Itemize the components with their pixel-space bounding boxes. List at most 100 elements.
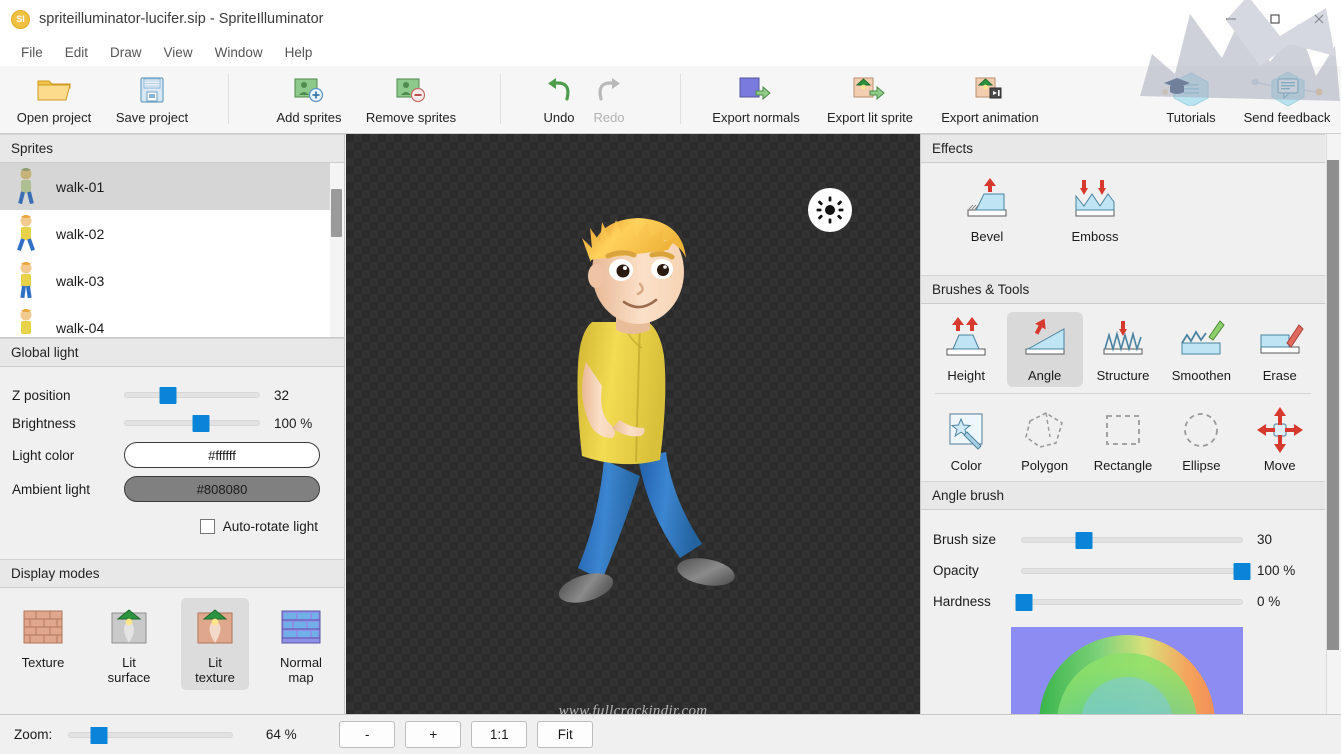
tool-angle[interactable]: Angle	[1007, 312, 1083, 387]
add-sprites-button[interactable]: Add sprites	[255, 70, 363, 125]
right-panel-scrollbar[interactable]	[1326, 134, 1341, 714]
close-icon[interactable]	[1297, 0, 1341, 38]
zoom-fit-button[interactable]: Fit	[537, 721, 593, 748]
maximize-icon[interactable]	[1253, 0, 1297, 38]
menu-draw[interactable]: Draw	[99, 42, 153, 63]
magic-wand-icon	[941, 407, 991, 455]
structure-brush-icon	[1098, 317, 1148, 365]
export-normals-button[interactable]: Export normals	[702, 70, 810, 125]
z-position-label: Z position	[12, 388, 124, 403]
zoom-in-button[interactable]: +	[405, 721, 461, 748]
title-bar: SI spriteilluminator-lucifer.sip - Sprit…	[0, 0, 1341, 38]
window-controls	[1209, 0, 1341, 38]
tool-label: Structure	[1097, 368, 1150, 383]
brush-size-slider[interactable]	[1021, 537, 1243, 543]
menu-view[interactable]: View	[153, 42, 204, 63]
slider-handle[interactable]	[1075, 532, 1092, 549]
tool-erase[interactable]: Erase	[1242, 312, 1318, 387]
list-item[interactable]: walk-03	[0, 257, 344, 304]
export-normals-icon	[736, 70, 776, 106]
tool-color[interactable]: Color	[928, 402, 1004, 477]
bevel-icon	[962, 178, 1012, 226]
display-mode-texture[interactable]: Texture	[9, 598, 77, 675]
zoom-actual-button[interactable]: 1:1	[471, 721, 527, 748]
display-modes-title: Display modes	[11, 566, 100, 581]
zoom-out-button[interactable]: -	[339, 721, 395, 748]
send-feedback-button[interactable]: Send feedback	[1232, 70, 1341, 125]
export-lit-sprite-icon	[850, 70, 890, 106]
scrollbar-thumb[interactable]	[331, 189, 342, 237]
save-project-label: Save project	[116, 110, 188, 125]
remove-sprites-label: Remove sprites	[366, 110, 456, 125]
tutorials-button[interactable]: Tutorials	[1143, 70, 1239, 125]
main-toolbar: Open project Save project	[0, 66, 1341, 134]
tutorials-label: Tutorials	[1166, 110, 1215, 125]
slider-handle[interactable]	[193, 415, 210, 432]
hardness-slider[interactable]	[1021, 599, 1243, 605]
brushes-tools-title: Brushes & Tools	[932, 282, 1029, 297]
zoom-slider[interactable]	[68, 732, 233, 738]
redo-button[interactable]: Redo	[555, 70, 663, 125]
brightness-label: Brightness	[12, 416, 124, 431]
display-mode-lit-texture[interactable]: Littexture	[181, 598, 249, 690]
open-project-button[interactable]: Open project	[0, 70, 108, 125]
tool-move[interactable]: Move	[1242, 402, 1318, 477]
export-lit-sprite-button[interactable]: Export lit sprite	[816, 70, 924, 125]
smoothen-brush-icon	[1176, 317, 1226, 365]
add-sprite-icon	[292, 70, 326, 106]
scrollbar-thumb[interactable]	[1327, 160, 1339, 650]
brightness-slider[interactable]	[124, 420, 260, 426]
add-sprites-label: Add sprites	[276, 110, 341, 125]
list-item[interactable]: walk-02	[0, 210, 344, 257]
z-position-slider[interactable]	[124, 392, 260, 398]
menu-edit[interactable]: Edit	[54, 42, 99, 63]
light-color-field[interactable]: #ffffff	[124, 442, 320, 468]
slider-handle[interactable]	[1234, 563, 1251, 580]
menu-window[interactable]: Window	[204, 42, 274, 63]
auto-rotate-row[interactable]: Auto-rotate light	[12, 519, 332, 534]
effect-bevel[interactable]: Bevel	[949, 173, 1025, 275]
brush-size-row: Brush size 30	[933, 524, 1313, 555]
display-modes-header: Display modes	[0, 559, 344, 588]
menu-file[interactable]: File	[10, 42, 54, 63]
sprites-list[interactable]: walk-01 walk-02 walk-03	[0, 163, 344, 338]
emboss-icon	[1070, 178, 1120, 226]
brightness-row: Brightness 100 %	[12, 409, 332, 437]
effect-emboss[interactable]: Emboss	[1057, 173, 1133, 275]
list-item[interactable]: walk-01	[0, 163, 344, 210]
tool-structure[interactable]: Structure	[1085, 312, 1161, 387]
light-position-handle[interactable]	[808, 188, 852, 232]
opacity-label: Opacity	[933, 563, 1021, 578]
z-position-value: 32	[260, 388, 332, 403]
minimize-icon[interactable]	[1209, 0, 1253, 38]
status-bar: Zoom: 64 % - + 1:1 Fit	[0, 714, 1341, 754]
height-brush-icon	[941, 317, 991, 365]
tool-rectangle[interactable]: Rectangle	[1085, 402, 1161, 477]
list-item[interactable]: walk-04	[0, 304, 344, 338]
export-normals-label: Export normals	[712, 110, 799, 125]
save-project-button[interactable]: Save project	[98, 70, 206, 125]
slider-handle[interactable]	[90, 727, 107, 744]
tool-ellipse[interactable]: Ellipse	[1163, 402, 1239, 477]
auto-rotate-checkbox[interactable]	[200, 519, 215, 534]
tool-polygon[interactable]: Polygon	[1007, 402, 1083, 477]
remove-sprites-button[interactable]: Remove sprites	[357, 70, 465, 125]
slider-handle[interactable]	[159, 387, 176, 404]
tool-height[interactable]: Height	[928, 312, 1004, 387]
ambient-light-field[interactable]: #808080	[124, 476, 320, 502]
opacity-slider[interactable]	[1021, 568, 1243, 574]
slider-handle[interactable]	[1016, 594, 1033, 611]
light-color-label: Light color	[12, 448, 124, 463]
opacity-row: Opacity 100 %	[933, 555, 1313, 586]
display-mode-normal-map[interactable]: Normalmap	[267, 598, 335, 690]
sprite-name: walk-04	[56, 320, 104, 336]
sprite-name: walk-01	[56, 179, 104, 195]
display-mode-lit-surface[interactable]: Litsurface	[95, 598, 163, 690]
sprites-list-scrollbar[interactable]	[330, 163, 344, 337]
menu-help[interactable]: Help	[274, 42, 324, 63]
export-animation-button[interactable]: Export animation	[936, 70, 1044, 125]
export-animation-icon	[972, 70, 1008, 106]
tool-smoothen[interactable]: Smoothen	[1163, 312, 1239, 387]
redo-arrow-icon	[591, 70, 627, 106]
display-mode-label: Litsurface	[108, 656, 151, 686]
